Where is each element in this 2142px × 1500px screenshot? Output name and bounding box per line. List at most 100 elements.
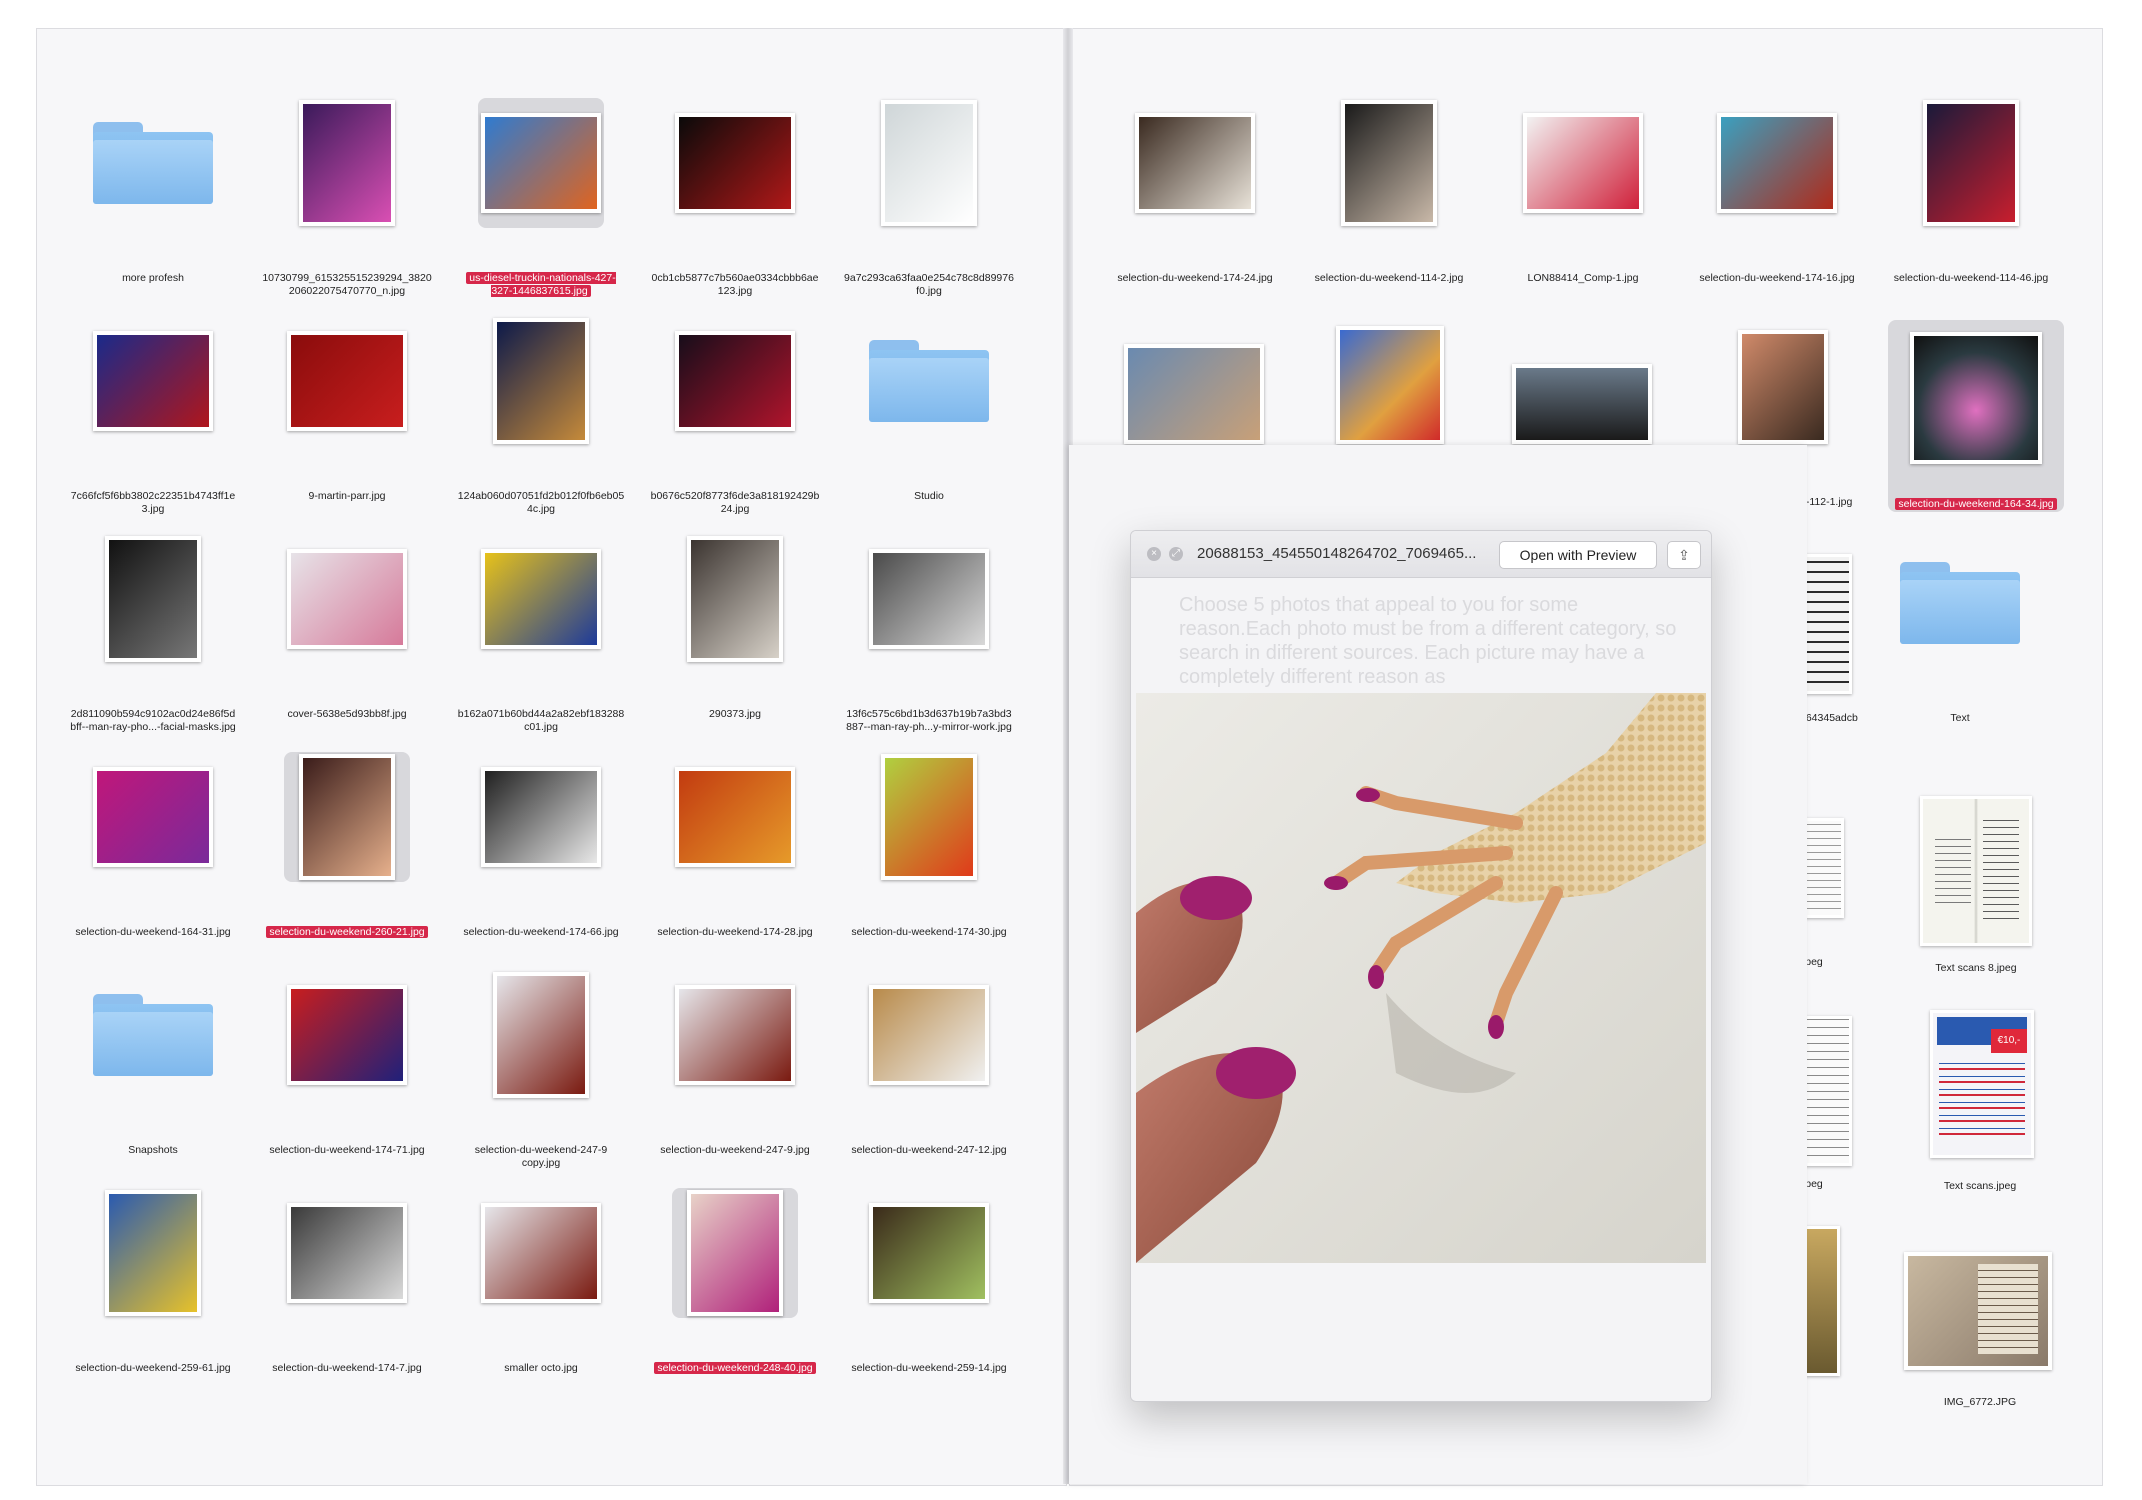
right-item-5[interactable]: selection-du-weekend-114-46.jpg: [1886, 96, 2056, 296]
image-thumb[interactable]: [1520, 98, 1646, 228]
right-row2-thumb-2[interactable]: [1336, 326, 1444, 444]
left-item-20[interactable]: selection-du-weekend-174-30.jpg: [844, 750, 1014, 950]
image-thumb[interactable]: [672, 316, 798, 446]
left-item-14[interactable]: 290373.jpg: [650, 532, 820, 732]
image-thumb[interactable]: [672, 970, 798, 1100]
image-thumb[interactable]: [672, 534, 798, 664]
image-thumb[interactable]: [90, 316, 216, 446]
right-row2-selected-cell[interactable]: selection-du-weekend-164-34.jpg: [1888, 320, 2064, 512]
left-item-30[interactable]: selection-du-weekend-259-14.jpg: [844, 1186, 1014, 1386]
right-row5-partial-thumb[interactable]: [1800, 1016, 1852, 1166]
folder-text[interactable]: Text: [1890, 562, 2030, 732]
left-item-7[interactable]: 9-martin-parr.jpg: [262, 314, 432, 514]
thumbnail-image: [1923, 100, 2019, 226]
quicklook-titlebar[interactable]: × ⤢ 20688153_454550148264702_7069465... …: [1131, 531, 1711, 578]
image-thumb[interactable]: [478, 316, 604, 446]
folder-thumb[interactable]: [90, 98, 216, 228]
image-thumb[interactable]: [1908, 98, 2034, 228]
image-thumb[interactable]: [284, 316, 410, 446]
thumbnail-image: [869, 1203, 989, 1303]
image-thumb[interactable]: [284, 1188, 410, 1318]
thumbnail-image: [299, 754, 395, 880]
folder-thumb[interactable]: [866, 316, 992, 446]
left-item-19[interactable]: selection-du-weekend-174-28.jpg: [650, 750, 820, 950]
left-item-10[interactable]: Studio: [844, 314, 1014, 514]
left-item-6[interactable]: 7c66fcf5f6bb3802c22351b4743ff1e3.jpg: [68, 314, 238, 516]
open-with-preview-button[interactable]: Open with Preview: [1499, 541, 1657, 569]
left-item-4[interactable]: 0cb1cb5877c7b560ae0334cbbb6ae123.jpg: [650, 96, 820, 297]
image-thumb[interactable]: [866, 98, 992, 228]
file-label-text: LON88414_Comp-1.jpg: [1527, 272, 1639, 284]
left-item-25[interactable]: selection-du-weekend-247-12.jpg: [844, 968, 1014, 1168]
right-row2-thumb-3[interactable]: [1512, 364, 1652, 444]
quicklook-window[interactable]: × ⤢ 20688153_454550148264702_7069465... …: [1130, 530, 1712, 1402]
left-item-22[interactable]: selection-du-weekend-174-71.jpg: [262, 968, 432, 1168]
right-item-3[interactable]: LON88414_Comp-1.jpg: [1498, 96, 1668, 296]
showthrough-text: Choose 5 photos that appeal to you for s…: [1179, 594, 1677, 688]
file-label-text: selection-du-weekend-174-7.jpg: [272, 1362, 422, 1374]
image-thumb[interactable]: [90, 1188, 216, 1318]
image-thumb[interactable]: [866, 1188, 992, 1318]
image-thumb[interactable]: [478, 98, 604, 228]
file-label: 124ab060d07051fd2b012f0fb6eb054c.jpg: [456, 490, 626, 516]
image-thumb[interactable]: [866, 752, 992, 882]
left-item-29[interactable]: selection-du-weekend-248-40.jpg: [650, 1186, 820, 1386]
file-label: 7c66fcf5f6bb3802c22351b4743ff1e3.jpg: [68, 490, 238, 516]
image-thumb[interactable]: [478, 970, 604, 1100]
image-thumb[interactable]: [672, 752, 798, 882]
close-icon[interactable]: ×: [1147, 547, 1161, 561]
image-thumb[interactable]: [90, 534, 216, 664]
fullscreen-icon[interactable]: ⤢: [1169, 547, 1183, 561]
img-6772-thumb[interactable]: [1904, 1252, 2052, 1370]
left-item-23[interactable]: selection-du-weekend-247-9 copy.jpg: [456, 968, 626, 1169]
right-row2-thumb-4[interactable]: [1738, 330, 1828, 444]
image-thumb[interactable]: [90, 752, 216, 882]
left-item-16[interactable]: selection-du-weekend-164-31.jpg: [68, 750, 238, 950]
right-row2-thumb-1[interactable]: [1124, 344, 1264, 444]
left-item-18[interactable]: selection-du-weekend-174-66.jpg: [456, 750, 626, 950]
image-thumb[interactable]: [478, 752, 604, 882]
image-thumb[interactable]: [284, 970, 410, 1100]
left-item-17[interactable]: selection-du-weekend-260-21.jpg: [262, 750, 432, 950]
thumbnail-image: [93, 767, 213, 867]
left-item-12[interactable]: cover-5638e5d93bb8f.jpg: [262, 532, 432, 732]
left-item-5[interactable]: 9a7c293ca63faa0e254c78c8d89976f0.jpg: [844, 96, 1014, 297]
selected-file-label: selection-du-weekend-164-34.jpg: [1895, 498, 2057, 510]
image-thumb[interactable]: [1326, 98, 1452, 228]
left-item-3[interactable]: us-diesel-truckin-nationals-427-327-1446…: [456, 96, 626, 297]
image-thumb[interactable]: [672, 98, 798, 228]
image-thumb[interactable]: [478, 534, 604, 664]
text-scans-8-thumb[interactable]: [1920, 796, 2032, 946]
left-item-11[interactable]: 2d811090b594c9102ac0d24e86f5dbff--man-ra…: [68, 532, 238, 733]
text-scans-thumb[interactable]: €10,-: [1930, 1010, 2034, 1158]
right-row3-partial-thumb[interactable]: [1800, 554, 1852, 694]
right-row3-partial-label: 064345adcb: [1800, 712, 1858, 724]
folder-thumb[interactable]: [90, 970, 216, 1100]
share-icon[interactable]: ⇪: [1667, 541, 1701, 569]
image-thumb[interactable]: [284, 98, 410, 228]
image-thumb[interactable]: [1132, 98, 1258, 228]
left-item-28[interactable]: smaller octo.jpg: [456, 1186, 626, 1386]
image-thumb[interactable]: [284, 534, 410, 664]
image-thumb[interactable]: [866, 534, 992, 664]
image-thumb[interactable]: [866, 970, 992, 1100]
image-thumb[interactable]: [478, 1188, 604, 1318]
left-item-15[interactable]: 13f6c575c6bd1b3d637b19b7a3bd3887--man-ra…: [844, 532, 1014, 733]
image-thumb[interactable]: [672, 1188, 798, 1318]
right-item-1[interactable]: selection-du-weekend-174-24.jpg: [1110, 96, 1280, 296]
left-item-24[interactable]: selection-du-weekend-247-9.jpg: [650, 968, 820, 1168]
left-item-26[interactable]: selection-du-weekend-259-61.jpg: [68, 1186, 238, 1386]
right-item-4[interactable]: selection-du-weekend-174-16.jpg: [1692, 96, 1862, 296]
left-item-27[interactable]: selection-du-weekend-174-7.jpg: [262, 1186, 432, 1386]
left-item-9[interactable]: b0676c520f8773f6de3a818192429b24.jpg: [650, 314, 820, 515]
thumbnail-image: [1523, 113, 1643, 213]
right-item-2[interactable]: selection-du-weekend-114-2.jpg: [1304, 96, 1474, 296]
left-item-8[interactable]: 124ab060d07051fd2b012f0fb6eb054c.jpg: [456, 314, 626, 516]
file-label: selection-du-weekend-174-24.jpg: [1110, 272, 1280, 285]
left-item-1[interactable]: more profesh: [68, 96, 238, 296]
left-item-21[interactable]: Snapshots: [68, 968, 238, 1168]
left-item-2[interactable]: 10730799_615325515239294_382020602207547…: [262, 96, 432, 297]
left-item-13[interactable]: b162a071b60bd44a2a82ebf183288c01.jpg: [456, 532, 626, 733]
image-thumb[interactable]: [284, 752, 410, 882]
image-thumb[interactable]: [1714, 98, 1840, 228]
